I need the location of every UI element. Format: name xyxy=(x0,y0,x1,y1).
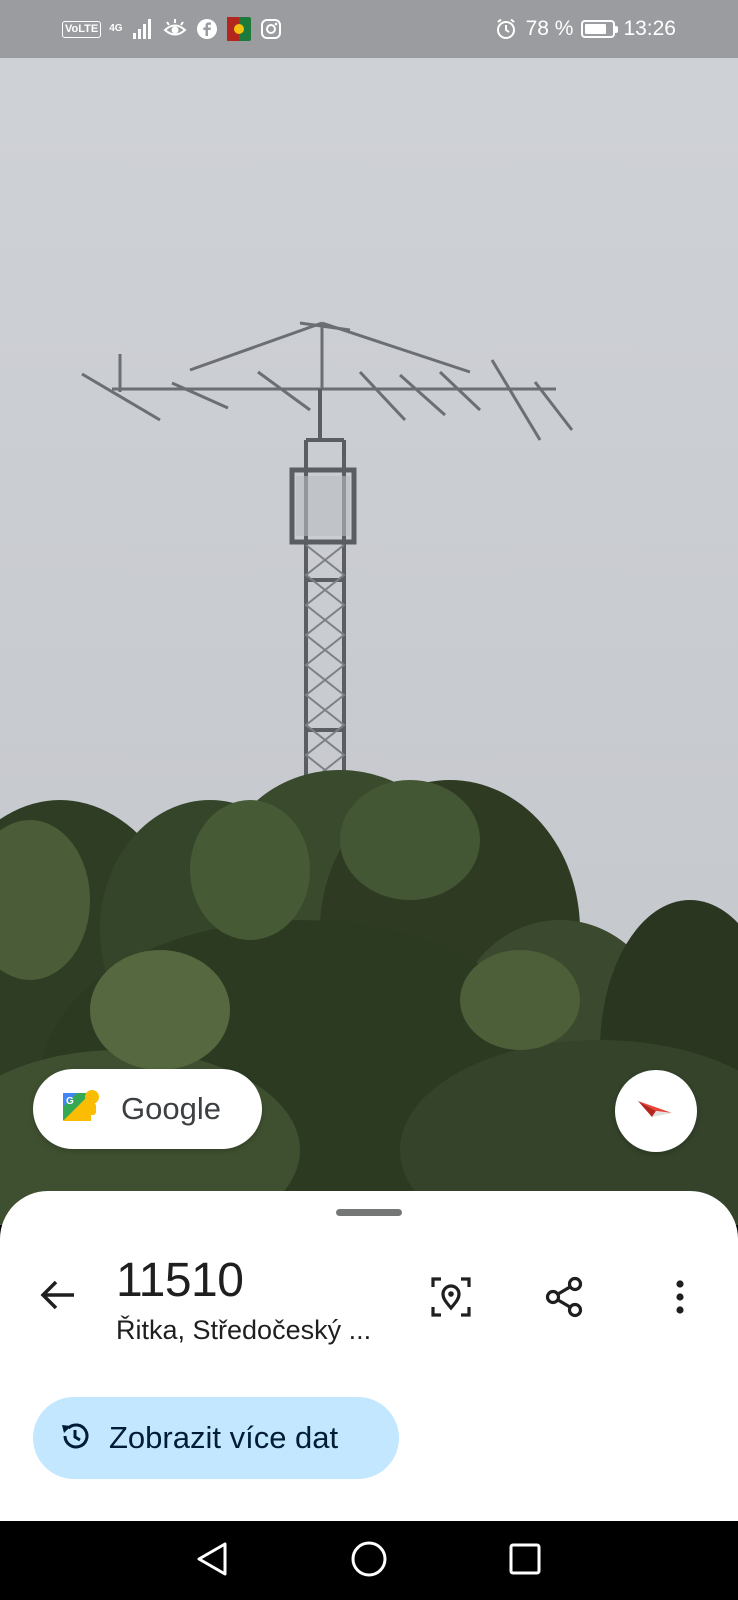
nav-back-button[interactable] xyxy=(190,1539,234,1583)
compass-icon xyxy=(636,1097,676,1126)
google-chip[interactable]: G Google xyxy=(33,1069,262,1149)
place-title: 11510 xyxy=(116,1254,244,1307)
alarm-icon xyxy=(494,17,518,41)
show-more-data-button[interactable]: Zobrazit více dat xyxy=(33,1397,399,1479)
facebook-icon xyxy=(195,17,219,41)
show-more-data-label: Zobrazit více dat xyxy=(109,1420,339,1455)
nav-home-icon xyxy=(350,1540,388,1583)
volte-icon: VoLTE xyxy=(62,20,102,38)
battery-fill xyxy=(585,24,606,34)
system-navigation-bar xyxy=(0,1521,738,1600)
history-icon xyxy=(59,1420,91,1457)
nav-home-button[interactable] xyxy=(347,1539,391,1583)
compass-button[interactable] xyxy=(615,1070,697,1152)
battery-percent: 78 % xyxy=(525,17,574,40)
signal-icon xyxy=(131,17,155,41)
location-pin-button[interactable] xyxy=(425,1273,477,1325)
drag-handle[interactable] xyxy=(336,1209,402,1216)
share-icon xyxy=(544,1276,584,1323)
back-button[interactable] xyxy=(34,1273,82,1321)
status-bar-right: 78 % 13:26 xyxy=(494,14,676,44)
network-type-label: 4G xyxy=(109,23,123,34)
nav-recents-icon xyxy=(508,1542,542,1581)
svg-text:G: G xyxy=(66,1096,74,1107)
street-view-photo[interactable] xyxy=(0,0,738,1225)
location-pin-icon xyxy=(431,1276,471,1322)
place-bottom-sheet: 11510 Řitka, Středočeský ... Zobrazit ví… xyxy=(0,1191,738,1521)
more-vert-icon xyxy=(675,1279,685,1319)
google-chip-label: Google xyxy=(121,1091,221,1126)
nav-back-icon xyxy=(195,1541,229,1582)
status-bar: VoLTE 4G 78 % 13:26 xyxy=(0,0,738,58)
nav-recents-button[interactable] xyxy=(503,1539,547,1583)
app-icon xyxy=(226,17,251,41)
street-view-icon: G xyxy=(63,1089,99,1130)
clock: 13:26 xyxy=(623,17,676,40)
share-button[interactable] xyxy=(538,1273,590,1325)
antenna-tower-image xyxy=(0,0,738,1225)
more-options-button[interactable] xyxy=(654,1273,706,1325)
place-subtitle: Řitka, Středočeský ... xyxy=(116,1315,372,1345)
arrow-back-icon xyxy=(40,1279,76,1316)
instagram-icon xyxy=(259,17,283,41)
battery-icon xyxy=(581,20,619,38)
eye-comfort-icon xyxy=(163,17,187,41)
status-bar-left: VoLTE 4G xyxy=(62,14,283,44)
